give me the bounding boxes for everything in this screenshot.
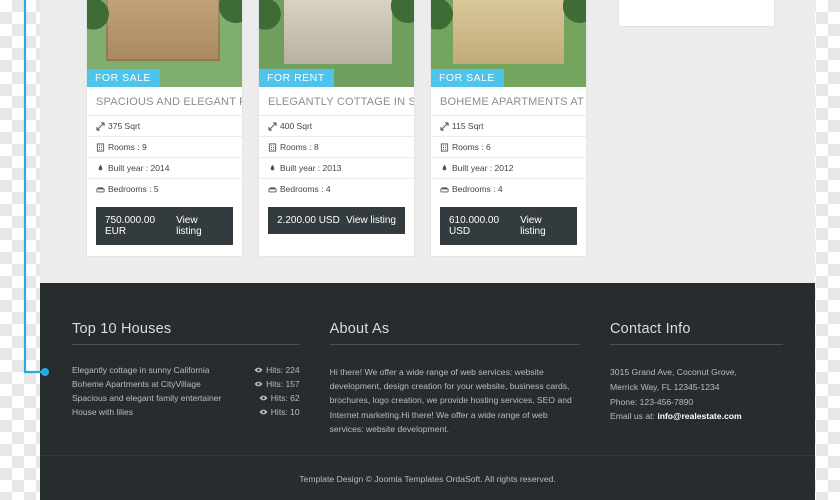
property-card-list: FOR SALE SPACIOUS AND ELEGANT FAMI... 37…: [86, 0, 786, 257]
property-image[interactable]: FOR SALE: [431, 0, 586, 87]
price-bar: 750.000.00 EUR View listing: [96, 207, 233, 245]
price-bar: 2.200.00 USD View listing: [268, 207, 405, 234]
about-text: Hi there! We offer a wide range of web s…: [329, 367, 572, 434]
hits-label: Hits: 62: [270, 393, 300, 403]
list-item[interactable]: Elegantly cottage in sunny California Hi…: [72, 365, 300, 375]
hits-counter: Hits: 224: [254, 365, 300, 375]
list-item[interactable]: Boheme Apartments at CityVillage Hits: 1…: [72, 379, 300, 389]
property-image[interactable]: FOR SALE: [87, 0, 242, 87]
view-listing-button[interactable]: View listing: [520, 215, 568, 237]
spec-label: Built year : 2013: [280, 163, 342, 173]
spec-label: Rooms : 6: [452, 142, 491, 152]
property-spec-bedrooms: Bedrooms : 5: [87, 178, 242, 199]
house-link[interactable]: Boheme Apartments at CityVillage: [72, 379, 201, 389]
top-houses-list: Elegantly cottage in sunny California Hi…: [72, 365, 300, 417]
spec-label: Built year : 2012: [452, 163, 514, 173]
property-spec-area: 400 Sqrt: [259, 115, 414, 136]
hits-counter: Hits: 62: [259, 393, 300, 403]
spec-label: Rooms : 9: [108, 142, 147, 152]
view-listing-button[interactable]: View listing: [176, 215, 224, 237]
footer-heading: Top 10 Houses: [72, 321, 300, 345]
resize-arrows-icon: [268, 121, 277, 131]
spec-label: 375 Sqrt: [108, 121, 141, 131]
property-spec-year: Built year : 2012: [431, 157, 586, 178]
price-value: 2.200.00 USD: [277, 215, 340, 226]
address-line-1: 3015 Grand Ave, Coconut Grove,: [610, 367, 737, 377]
spec-label: Bedrooms : 4: [452, 184, 503, 194]
property-spec-rooms: Rooms : 9: [87, 136, 242, 157]
property-spec-year: Built year : 2014: [87, 157, 242, 178]
hits-label: Hits: 157: [266, 379, 300, 389]
spec-label: Rooms : 8: [280, 142, 319, 152]
building-icon: [96, 142, 105, 152]
eye-icon: [254, 365, 263, 375]
status-badge: FOR SALE: [87, 69, 160, 87]
price-value: 750.000.00 EUR: [105, 215, 156, 237]
property-title[interactable]: ELEGANTLY COTTAGE IN SUN...: [259, 87, 414, 115]
resize-arrows-icon: [440, 121, 449, 131]
list-item[interactable]: Spacious and elegant family entertainer …: [72, 393, 300, 403]
property-spec-area: 375 Sqrt: [87, 115, 242, 136]
building-icon: [268, 142, 277, 152]
spec-label: Bedrooms : 5: [108, 184, 159, 194]
property-card[interactable]: FOR SALE SPACIOUS AND ELEGANT FAMI... 37…: [86, 0, 243, 257]
house-link[interactable]: Spacious and elegant family entertainer: [72, 393, 221, 403]
house-link[interactable]: House with lilies: [72, 407, 133, 417]
hits-counter: Hits: 157: [254, 379, 300, 389]
price-value: 610.000.00 USD: [449, 215, 500, 237]
eye-icon: [259, 393, 268, 403]
eye-icon: [259, 407, 268, 417]
page-canvas: View listing FOR SALE SPACIOUS AND ELEGA…: [40, 0, 815, 500]
eye-icon: [254, 379, 263, 389]
spec-label: 115 Sqrt: [452, 121, 484, 131]
footer-heading: About As: [329, 321, 581, 345]
hammer-icon: [268, 164, 277, 173]
hammer-icon: [96, 164, 105, 173]
footer-column-top-houses: Top 10 Houses Elegantly cottage in sunny…: [72, 321, 300, 436]
bed-icon: [440, 185, 449, 194]
status-badge: FOR SALE: [431, 69, 504, 87]
property-card[interactable]: FOR RENT ELEGANTLY COTTAGE IN SUN... 400…: [258, 0, 415, 257]
spec-label: Built year : 2014: [108, 163, 170, 173]
email-prefix: Email us at:: [610, 411, 658, 422]
property-spec-rooms: Rooms : 6: [431, 136, 586, 157]
spec-label: 400 Sqrt: [280, 121, 313, 131]
property-spec-area: 115 Sqrt: [431, 115, 586, 136]
hammer-icon: [440, 164, 449, 173]
property-spec-year: Built year : 2013: [259, 157, 414, 178]
building-icon: [440, 142, 449, 152]
property-spec-rooms: Rooms : 8: [259, 136, 414, 157]
resize-arrows-icon: [96, 121, 105, 131]
site-footer: Top 10 Houses Elegantly cottage in sunny…: [40, 283, 815, 455]
price-bar: 610.000.00 USD View listing: [440, 207, 577, 245]
property-title[interactable]: SPACIOUS AND ELEGANT FAMI...: [87, 87, 242, 115]
address-line-2: Merrick Way, FL 12345-1234: [610, 381, 720, 392]
property-spec-bedrooms: Bedrooms : 4: [259, 178, 414, 199]
property-title[interactable]: BOHEME APARTMENTS AT CIT...: [431, 87, 586, 115]
bed-icon: [268, 185, 277, 194]
view-listing-button[interactable]: View listing: [346, 215, 396, 226]
house-link[interactable]: Elegantly cottage in sunny California: [72, 365, 210, 375]
spec-label: Bedrooms : 4: [280, 184, 331, 194]
status-badge: FOR RENT: [259, 69, 334, 87]
email-line: Email us at: info@realestate.com: [610, 409, 783, 424]
footer-column-about: About As Hi there! We offer a wide range…: [329, 321, 581, 436]
hits-counter: Hits: 10: [259, 407, 300, 417]
list-item[interactable]: House with lilies Hits: 10: [72, 407, 300, 417]
bed-icon: [96, 185, 105, 194]
email-link[interactable]: info@realestate.com: [657, 411, 741, 421]
hits-label: Hits: 10: [270, 407, 300, 417]
footer-heading: Contact Info: [610, 321, 784, 345]
contact-details: 3015 Grand Ave, Coconut Grove, Merrick W…: [610, 365, 783, 424]
footer-column-contact: Contact Info 3015 Grand Ave, Coconut Gro…: [610, 321, 784, 436]
copyright-text: Template Design © Joomla Templates OrdaS…: [299, 473, 556, 484]
property-image[interactable]: FOR RENT: [259, 0, 414, 87]
phone-line: Phone: 123-456-7890: [610, 396, 694, 407]
property-spec-bedrooms: Bedrooms : 4: [431, 178, 586, 199]
hits-label: Hits: 224: [266, 365, 300, 375]
property-card[interactable]: FOR SALE BOHEME APARTMENTS AT CIT... 115…: [430, 0, 587, 257]
copyright-bar: Template Design © Joomla Templates OrdaS…: [40, 455, 815, 500]
